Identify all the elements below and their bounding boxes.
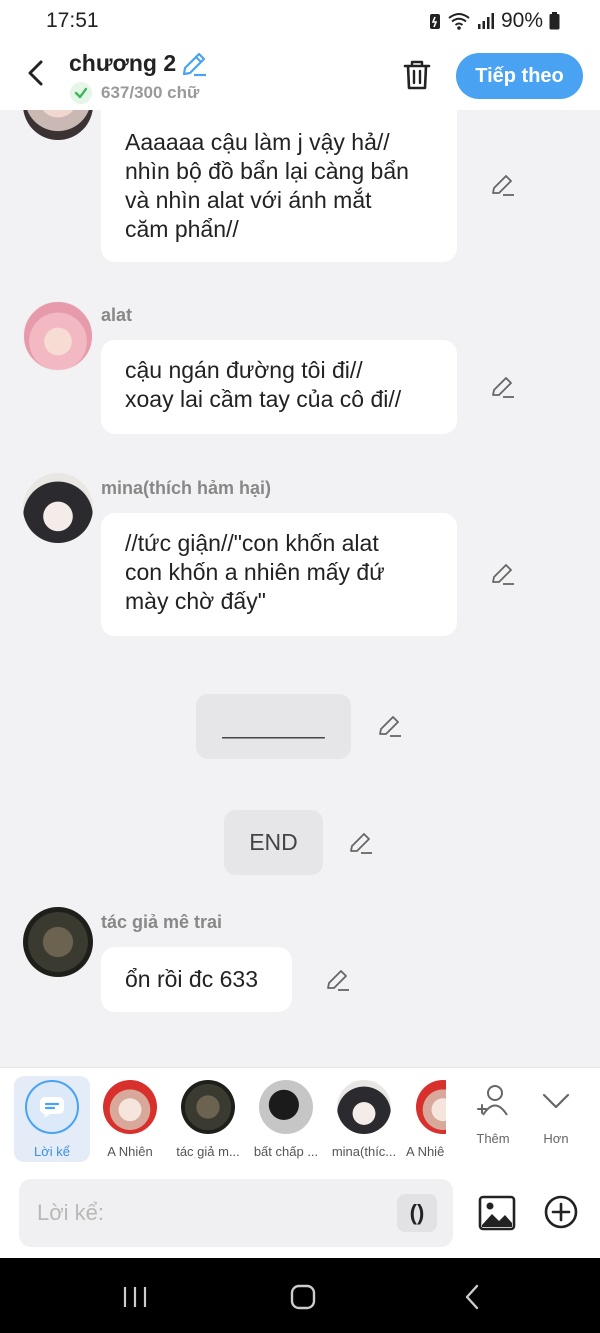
status-bar: 17:51 90% (0, 0, 600, 44)
tool-label: Thêm (476, 1131, 510, 1146)
chevron-down-icon (542, 1093, 570, 1109)
editor-header: chương 2 637/300 chữ Tiếp theo (0, 44, 600, 110)
edit-message-button[interactable] (490, 374, 516, 400)
character-toolbar: Lời kể A Nhiên tác giả m... bất chấp ...… (0, 1067, 600, 1170)
message-bubble[interactable]: Aaaaaa cậu làm j vậy hả// nhìn bộ đồ bẩn… (101, 110, 457, 262)
character-a-nhien-2[interactable]: A Nhiê (404, 1076, 446, 1162)
narration-bubble[interactable]: END (224, 810, 323, 875)
status-indicators: 90% (429, 9, 560, 33)
character-label: tác giả m... (176, 1144, 240, 1159)
character-avatar[interactable] (23, 907, 93, 977)
message-line: và nhìn alat với ánh mắt (125, 187, 372, 213)
narration-input[interactable] (19, 1179, 453, 1247)
character-mina[interactable]: mina(thíc... (326, 1076, 402, 1162)
signal-icon (477, 13, 494, 29)
chat-bubble-icon (25, 1080, 79, 1134)
pencil-icon (182, 52, 206, 77)
battery-icon (549, 12, 560, 30)
sender-name: alat (101, 305, 133, 325)
chapter-title: chương 2 (69, 50, 177, 76)
home-icon (290, 1284, 316, 1310)
word-count: 637/300 chữ (101, 83, 200, 102)
add-person-icon (477, 1085, 508, 1116)
pencil-icon (492, 175, 514, 196)
character-avatar[interactable] (23, 473, 93, 543)
image-icon (478, 1195, 516, 1231)
avatar (416, 1080, 446, 1134)
wifi-icon (448, 13, 470, 30)
character-label: Lời kể (34, 1144, 70, 1159)
character-avatar[interactable] (23, 301, 93, 371)
add-button[interactable] (543, 1194, 579, 1230)
system-nav-bar (0, 1258, 600, 1333)
trash-icon (403, 60, 431, 90)
status-time: 17:51 (46, 9, 99, 32)
edit-message-button[interactable] (490, 561, 516, 587)
message-line: căm phẩn// (125, 216, 239, 242)
edit-message-button[interactable] (377, 713, 403, 739)
character-label: A Nhiên (107, 1144, 153, 1159)
check-circle-icon (70, 82, 92, 104)
message-line: cậu ngán đường tôi đi// (125, 357, 363, 383)
pencil-icon (492, 564, 514, 585)
message-line: xoay lai cầm tay của cô đi// (125, 386, 402, 412)
narration-bubble[interactable]: ________ (196, 694, 351, 759)
message-line: ổn rồi đc 633 (125, 966, 258, 992)
expand-button[interactable]: Hơn (526, 1082, 586, 1146)
message-line: con khốn a nhiên mấy đứ (125, 559, 385, 585)
recent-apps-button[interactable] (115, 1282, 155, 1312)
message-line: Aaaaaa cậu làm j vậy hả// (125, 129, 390, 155)
parentheses-button[interactable]: () (397, 1194, 437, 1232)
message-bubble[interactable]: ổn rồi đc 633 (101, 947, 292, 1012)
battery-percent: 90% (500, 9, 543, 32)
avatar (337, 1080, 391, 1134)
character-tac-gia[interactable]: tác giả m... (170, 1076, 246, 1162)
message-line: //tức giận//"con khốn alat (125, 530, 379, 556)
message-bubble[interactable]: cậu ngán đường tôi đi// xoay lai cầm tay… (101, 340, 457, 434)
avatar (181, 1080, 235, 1134)
character-bat-chap[interactable]: bất chấp ... (248, 1076, 324, 1162)
edit-message-button[interactable] (325, 967, 351, 993)
sender-name: tác giả mê trai (101, 912, 223, 932)
pencil-icon (350, 833, 372, 854)
edit-message-button[interactable] (348, 830, 374, 856)
character-a-nhien[interactable]: A Nhiên (92, 1076, 168, 1162)
character-label: A Nhiê (406, 1144, 445, 1159)
system-back-button[interactable] (452, 1282, 492, 1312)
avatar (103, 1080, 157, 1134)
tool-label: Hơn (543, 1131, 569, 1146)
character-avatar[interactable] (23, 110, 93, 140)
character-label: bất chấp ... (253, 1144, 319, 1159)
input-bar: () (0, 1170, 600, 1258)
add-character-button[interactable]: Thêm (463, 1082, 523, 1146)
next-button[interactable]: Tiếp theo (456, 53, 583, 99)
message-line: mày chờ đấy" (125, 588, 266, 614)
message-line: nhìn bộ đồ bẩn lại càng bẩn (125, 158, 409, 184)
recent-apps-icon (123, 1287, 147, 1307)
character-narrator[interactable]: Lời kể (14, 1076, 90, 1162)
pencil-icon (379, 716, 401, 737)
insert-image-button[interactable] (478, 1194, 516, 1232)
back-button[interactable] (18, 56, 52, 90)
pencil-icon (492, 377, 514, 398)
battery-saver-icon (429, 14, 440, 29)
avatar (259, 1080, 313, 1134)
message-bubble[interactable]: //tức giận//"con khốn alat con khốn a nh… (101, 513, 457, 636)
character-label: mina(thíc... (331, 1144, 397, 1159)
plus-circle-icon (544, 1195, 578, 1229)
back-arrow-icon (28, 60, 43, 86)
chevron-left-icon (465, 1284, 479, 1310)
home-button[interactable] (283, 1282, 323, 1312)
chat-area[interactable]: Aaaaaa cậu làm j vậy hả// nhìn bộ đồ bẩn… (0, 110, 600, 1067)
pencil-icon (327, 970, 349, 991)
edit-message-button[interactable] (490, 172, 516, 198)
delete-button[interactable] (400, 58, 434, 92)
edit-title-button[interactable] (180, 50, 208, 78)
sender-name: mina(thích hảm hại) (101, 478, 272, 498)
